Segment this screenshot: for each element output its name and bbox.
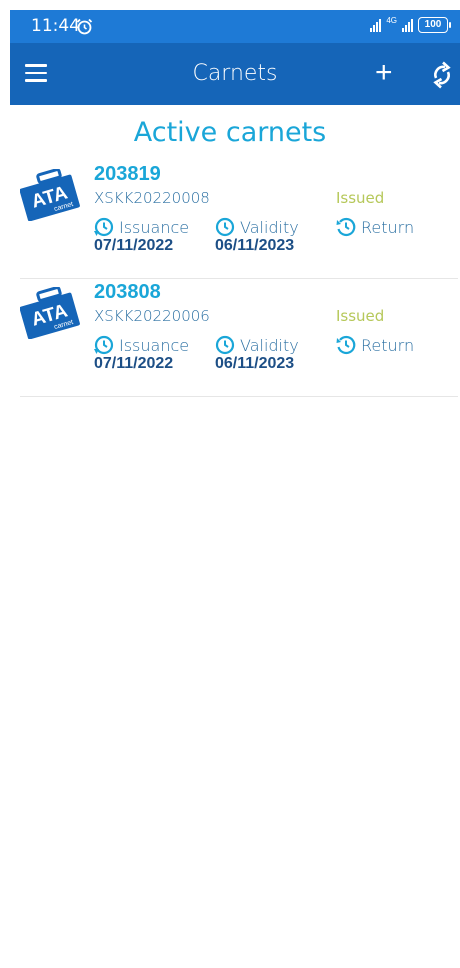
validity-label: Validity xyxy=(240,217,299,237)
ata-carnet-logo: ATA carnet xyxy=(20,287,80,339)
status-indicators: 4G 100 xyxy=(370,16,451,33)
carnet-code: XSKK20220006 xyxy=(94,307,210,325)
return-label: Return xyxy=(361,217,415,237)
ata-carnet-logo: ATA carnet xyxy=(20,169,80,221)
validity-clock-icon xyxy=(215,217,235,237)
issuance-clock-icon xyxy=(94,217,114,237)
carnet-card[interactable]: ATA carnet 203819 XSKK20220008 Issued Is… xyxy=(20,161,458,279)
issuance-field: Issuance xyxy=(94,217,189,237)
return-field: Return xyxy=(336,335,414,355)
carnet-number: 203808 xyxy=(94,281,161,303)
validity-date: 06/11/2023 xyxy=(215,355,295,372)
network-type: 4G xyxy=(386,16,397,25)
issuance-date: 07/11/2022 xyxy=(94,355,174,372)
return-label: Return xyxy=(361,335,415,355)
return-history-icon xyxy=(336,335,356,355)
app-bar: Carnets + xyxy=(10,43,460,105)
validity-field: Validity xyxy=(215,217,299,237)
issuance-clock-icon xyxy=(94,335,114,355)
refresh-icon[interactable] xyxy=(429,61,455,89)
validity-clock-icon xyxy=(215,335,235,355)
status-badge: Issued xyxy=(336,307,385,325)
alarm-clock-icon xyxy=(76,18,93,35)
return-field: Return xyxy=(336,217,414,237)
carnet-card[interactable]: ATA carnet 203808 XSKK20220006 Issued Is… xyxy=(20,279,458,397)
carnet-number: 203819 xyxy=(94,163,161,185)
page-title: Active carnets xyxy=(133,117,327,148)
carnet-code: XSKK20220008 xyxy=(94,189,210,207)
issuance-date: 07/11/2022 xyxy=(94,237,174,254)
signal-icon xyxy=(370,18,382,32)
status-time: 11:44 xyxy=(31,16,80,36)
issuance-label: Issuance xyxy=(119,335,190,355)
validity-field: Validity xyxy=(215,335,299,355)
return-history-icon xyxy=(336,217,356,237)
validity-label: Validity xyxy=(240,335,299,355)
issuance-label: Issuance xyxy=(119,217,190,237)
validity-date: 06/11/2023 xyxy=(215,237,295,254)
status-bar: 11:44 4G 100 xyxy=(10,10,460,43)
status-badge: Issued xyxy=(336,189,385,207)
issuance-field: Issuance xyxy=(94,335,189,355)
battery-icon: 100 xyxy=(418,17,451,33)
signal-icon-2 xyxy=(402,18,413,32)
add-icon[interactable]: + xyxy=(375,58,393,88)
